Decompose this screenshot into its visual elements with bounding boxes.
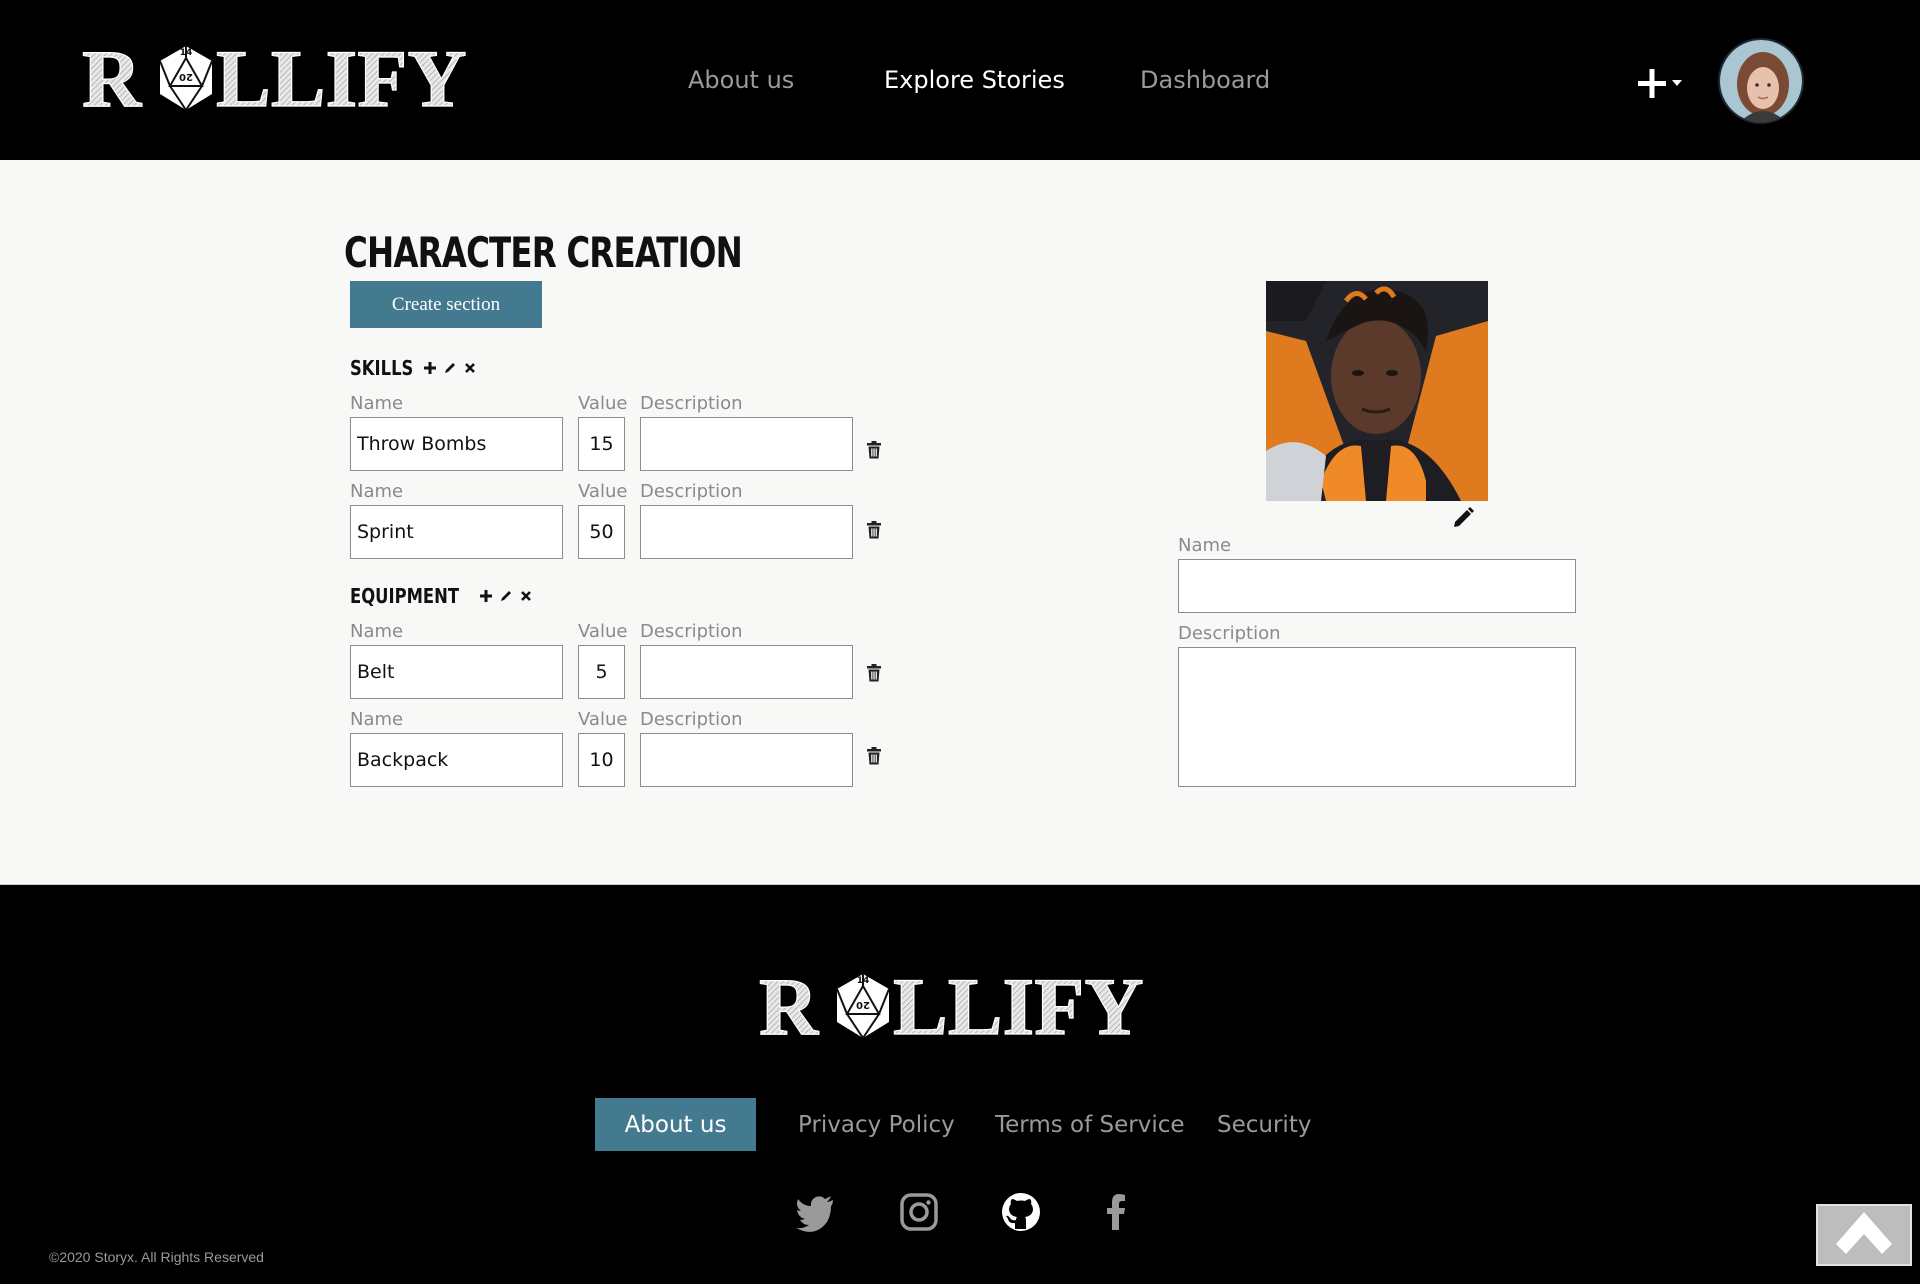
name-label: Name [350,621,404,642]
equipment-name-input[interactable]: Belt [350,645,563,699]
close-icon[interactable] [463,361,477,375]
footer-about-us-button[interactable]: About us [595,1098,756,1151]
section-header-skills: SKILLS [350,356,477,380]
user-avatar[interactable] [1718,38,1804,124]
character-portrait[interactable] [1266,281,1488,501]
description-label: Description [640,709,743,730]
close-icon[interactable] [519,589,533,603]
character-name-label: Name [1178,535,1232,556]
arrow-up-icon [1836,1212,1892,1254]
die-center-number: 20 [179,71,193,82]
character-description-label: Description [1178,623,1281,644]
trash-icon[interactable] [866,664,882,682]
edit-icon[interactable] [443,361,457,375]
name-label: Name [350,481,404,502]
github-icon[interactable] [1001,1192,1041,1232]
page-title: CHARACTER CREATION [344,228,743,277]
create-section-button[interactable]: Create section [350,281,542,328]
facebook-icon[interactable] [1097,1192,1137,1232]
skill-name-input[interactable]: Sprint [350,505,563,559]
equipment-value-input[interactable]: 5 [578,645,625,699]
trash-icon[interactable] [866,521,882,539]
twitter-icon[interactable] [795,1192,835,1232]
name-label: Name [350,709,404,730]
value-label: Value [578,709,628,730]
plus-dropdown-icon[interactable] [1636,66,1686,102]
section-title: SKILLS [350,356,414,380]
equipment-value-input[interactable]: 10 [578,733,625,787]
rollify-logo[interactable]: R 14 20 LLIFY [759,966,1154,1046]
rollify-logo[interactable]: R 14 20 LLIFY [82,38,477,118]
equipment-name-input[interactable]: Backpack [350,733,563,787]
edit-image-icon[interactable] [1452,507,1474,529]
section-title: EQUIPMENT [350,584,460,608]
svg-text:R: R [82,38,142,118]
skill-description-input[interactable] [640,505,853,559]
footer-body: R 14 20 LLIFY About us Privacy Policy Te… [1,886,1918,1284]
instagram-icon[interactable] [899,1192,939,1232]
nav-about-us[interactable]: About us [688,66,794,94]
add-icon[interactable] [423,361,437,375]
description-label: Description [640,481,743,502]
value-label: Value [578,481,628,502]
character-description-textarea[interactable] [1178,647,1576,787]
skill-value-input[interactable]: 15 [578,417,625,471]
description-label: Description [640,393,743,414]
trash-icon[interactable] [866,747,882,765]
value-label: Value [578,393,628,414]
equipment-description-input[interactable] [640,645,853,699]
section-header-equipment: EQUIPMENT [350,584,533,608]
character-name-input[interactable] [1178,559,1576,613]
nav-explore-stories[interactable]: Explore Stories [884,66,1065,94]
scroll-to-top-button[interactable] [1816,1204,1912,1266]
edit-icon[interactable] [499,589,513,603]
description-label: Description [640,621,743,642]
skill-description-input[interactable] [640,417,853,471]
svg-text:LLIFY: LLIFY [893,966,1144,1046]
skill-name-input[interactable]: Throw Bombs [350,417,563,471]
equipment-description-input[interactable] [640,733,853,787]
copyright-text: ©2020 Storyx. All Rights Reserved [49,1249,264,1265]
footer-privacy-policy-link[interactable]: Privacy Policy [798,1112,955,1138]
footer: R 14 20 LLIFY About us Privacy Policy Te… [0,884,1920,1284]
main-content: CHARACTER CREATION Create section SKILLS… [0,160,1920,884]
die-top-number: 14 [857,976,870,986]
footer-terms-of-service-link[interactable]: Terms of Service [995,1112,1185,1138]
svg-text:R: R [759,966,819,1046]
trash-icon[interactable] [866,441,882,459]
add-icon[interactable] [479,589,493,603]
die-center-number: 20 [856,999,870,1010]
value-label: Value [578,621,628,642]
die-top-number: 14 [180,48,193,58]
top-header: R 14 20 LLIFY About us Explore Stories D… [0,0,1913,160]
nav-dashboard[interactable]: Dashboard [1140,66,1270,94]
skill-value-input[interactable]: 50 [578,505,625,559]
name-label: Name [350,393,404,414]
svg-text:LLIFY: LLIFY [216,38,467,118]
footer-security-link[interactable]: Security [1217,1112,1311,1138]
